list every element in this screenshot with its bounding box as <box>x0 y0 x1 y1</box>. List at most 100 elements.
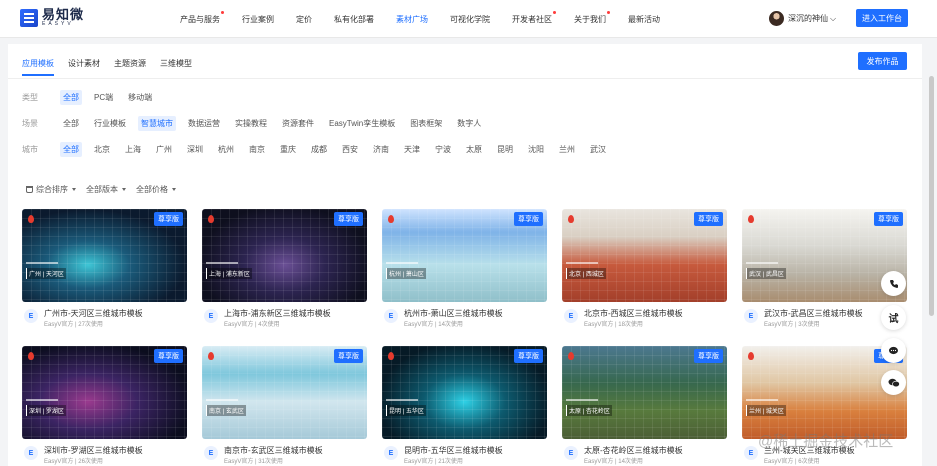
filter-option[interactable]: 行业模板 <box>91 116 129 131</box>
template-card[interactable]: 尊享版 杭州 | 萧山区 E 杭州市-萧山区三维城市模板 EasyV官方 | 14次使用 <box>382 209 547 329</box>
filter-option[interactable]: 数字人 <box>454 116 484 131</box>
author-logo-icon: E <box>24 309 38 323</box>
filter-option[interactable]: 智慧城市 <box>138 115 176 131</box>
thumbnail-location: 南京 | 玄武区 <box>206 405 246 416</box>
filter-option[interactable]: 北京 <box>91 142 113 157</box>
template-card[interactable]: 尊享版 太原 | 杏花岭区 E 太原-杏花岭区三维城市模板 EasyV官方 | 14次使… <box>562 346 727 466</box>
card-thumbnail[interactable]: 尊享版 昆明 | 五华区 <box>382 346 547 439</box>
filter-option[interactable]: 数据运营 <box>185 116 223 131</box>
card-author: EasyV官方 <box>44 322 74 328</box>
card-meta: EasyV官方 | 26次使用 <box>44 456 103 465</box>
filter-option[interactable]: 西安 <box>339 142 361 157</box>
template-card[interactable]: 尊享版 南京 | 玄武区 E 南京市-玄武区三维城市模板 EasyV官方 | 31次使用 <box>202 346 367 466</box>
filter-option[interactable]: 全部 <box>60 116 82 131</box>
nav-item[interactable]: 开发者社区 <box>512 10 556 25</box>
thumbnail-subline <box>206 262 238 264</box>
thumbnail-subline <box>386 399 418 401</box>
filter-option[interactable]: 移动端 <box>125 90 155 105</box>
card-thumbnail[interactable]: 尊享版 广州 | 天河区 <box>22 209 187 302</box>
filter-option[interactable]: 图表框架 <box>407 116 445 131</box>
filter-option[interactable]: 济南 <box>370 142 392 157</box>
nav-item[interactable]: 私有化部署 <box>334 14 374 25</box>
card-title[interactable]: 昆明市-五华区三维城市模板 <box>404 445 503 456</box>
filter-option[interactable]: 宁波 <box>432 142 454 157</box>
filter-option[interactable]: 实操教程 <box>232 116 270 131</box>
author-logo-icon: E <box>564 309 578 323</box>
caret-down-icon <box>172 188 176 191</box>
flame-icon <box>388 352 394 360</box>
try-button[interactable]: 试 <box>881 305 906 330</box>
filter-option[interactable]: 兰州 <box>556 142 578 157</box>
tab-3[interactable]: 主题资源 <box>114 58 146 76</box>
filter-option[interactable]: 太原 <box>463 142 485 157</box>
filter-icon <box>26 186 33 193</box>
nav-item[interactable]: 可视化学院 <box>450 14 490 25</box>
flame-icon <box>28 352 34 360</box>
author-logo-icon: E <box>744 446 758 460</box>
premium-badge: 尊享版 <box>334 212 363 226</box>
template-card[interactable]: 尊享版 昆明 | 五华区 E 昆明市-五华区三维城市模板 EasyV官方 | 21次使用 <box>382 346 547 466</box>
template-card[interactable]: 尊享版 北京 | 西城区 E 北京市-西城区三维城市模板 EasyV官方 | 18次使用 <box>562 209 727 329</box>
sort-dropdown[interactable]: 全部价格 <box>136 184 176 195</box>
card-thumbnail[interactable]: 尊享版兰州 | 城关区 <box>742 346 907 439</box>
filter-option[interactable]: 深圳 <box>184 142 206 157</box>
template-card[interactable]: 尊享版 深圳 | 罗湖区 E 深圳市-罗湖区三维城市模板 EasyV官方 | 26次使用 <box>22 346 187 466</box>
filter-option[interactable]: EasyTwin孪生模板 <box>326 116 398 131</box>
wechat-icon[interactable] <box>881 370 906 395</box>
enter-workspace-button[interactable]: 进入工作台 <box>856 9 908 27</box>
filter-option[interactable]: 成都 <box>308 142 330 157</box>
filter-option[interactable]: 昆明 <box>494 142 516 157</box>
card-meta: EasyV官方 | 18次使用 <box>584 319 643 328</box>
scrollbar[interactable] <box>929 76 934 316</box>
publish-button[interactable]: 发布作品 <box>858 52 907 70</box>
card-title[interactable]: 上海市-浦东新区三维城市模板 <box>224 308 331 319</box>
filter-label: 场景 <box>22 118 38 128</box>
filter-option[interactable]: 重庆 <box>277 142 299 157</box>
filter-option[interactable]: 武汉 <box>587 142 609 157</box>
tab-4[interactable]: 三维模型 <box>160 58 192 76</box>
nav-item[interactable]: 最新活动 <box>628 14 660 25</box>
template-card[interactable]: 尊享版 广州 | 天河区 E 广州市-天河区三维城市模板 EasyV官方 | 27次使用 <box>22 209 187 329</box>
card-title[interactable]: 北京市-西城区三维城市模板 <box>584 308 683 319</box>
user-menu[interactable]: 深沉的神仙 ⌵ <box>769 11 836 26</box>
card-title[interactable]: 杭州市-萧山区三维城市模板 <box>404 308 503 319</box>
card-thumbnail[interactable]: 尊享版 上海 | 浦东新区 <box>202 209 367 302</box>
tab-2[interactable]: 设计素材 <box>68 58 100 76</box>
card-title[interactable]: 深圳市-罗湖区三维城市模板 <box>44 445 143 456</box>
nav-item[interactable]: 产品与服务 <box>180 10 224 25</box>
filter-option[interactable]: 天津 <box>401 142 423 157</box>
filter-option[interactable]: 杭州 <box>215 142 237 157</box>
card-title[interactable]: 南京市-玄武区三维城市模板 <box>224 445 323 456</box>
filter-option[interactable]: 广州 <box>153 142 175 157</box>
filter-option[interactable]: 上海 <box>122 142 144 157</box>
sort-dropdown[interactable]: 综合排序 <box>26 184 76 195</box>
card-author: EasyV官方 <box>764 459 794 465</box>
card-title[interactable]: 武汉市-武昌区三维城市模板 <box>764 308 863 319</box>
flame-icon <box>748 352 754 360</box>
filter-option[interactable]: 全部 <box>60 141 82 157</box>
filter-option[interactable]: 全部 <box>60 89 82 105</box>
card-title[interactable]: 广州市-天河区三维城市模板 <box>44 308 143 319</box>
template-card[interactable]: 尊享版 上海 | 浦东新区 E 上海市-浦东新区三维城市模板 EasyV官方 | 4次使… <box>202 209 367 329</box>
nav-item[interactable]: 关于我们 <box>574 10 610 25</box>
chat-icon[interactable] <box>881 338 906 363</box>
filter-option[interactable]: 沈阳 <box>525 142 547 157</box>
filter-option[interactable]: 资源套件 <box>279 116 317 131</box>
nav-item[interactable]: 定价 <box>296 14 312 25</box>
nav-item[interactable]: 行业案例 <box>242 14 274 25</box>
card-title[interactable]: 太原-杏花岭区三维城市模板 <box>584 445 683 456</box>
nav-item[interactable]: 素材广场 <box>396 14 428 25</box>
filter-option[interactable]: PC端 <box>91 90 116 105</box>
notification-dot <box>607 10 610 14</box>
card-thumbnail[interactable]: 尊享版 南京 | 玄武区 <box>202 346 367 439</box>
card-thumbnail[interactable]: 尊享版 太原 | 杏花岭区 <box>562 346 727 439</box>
card-thumbnail[interactable]: 尊享版 深圳 | 罗湖区 <box>22 346 187 439</box>
phone-icon[interactable] <box>881 271 906 296</box>
sort-label: 综合排序 <box>36 185 68 194</box>
logo[interactable]: 易知微 EASYV <box>20 8 84 27</box>
card-thumbnail[interactable]: 尊享版 北京 | 西城区 <box>562 209 727 302</box>
card-thumbnail[interactable]: 尊享版 杭州 | 萧山区 <box>382 209 547 302</box>
tab-1[interactable]: 应用模板 <box>22 58 54 76</box>
sort-dropdown[interactable]: 全部版本 <box>86 184 126 195</box>
filter-option[interactable]: 南京 <box>246 142 268 157</box>
